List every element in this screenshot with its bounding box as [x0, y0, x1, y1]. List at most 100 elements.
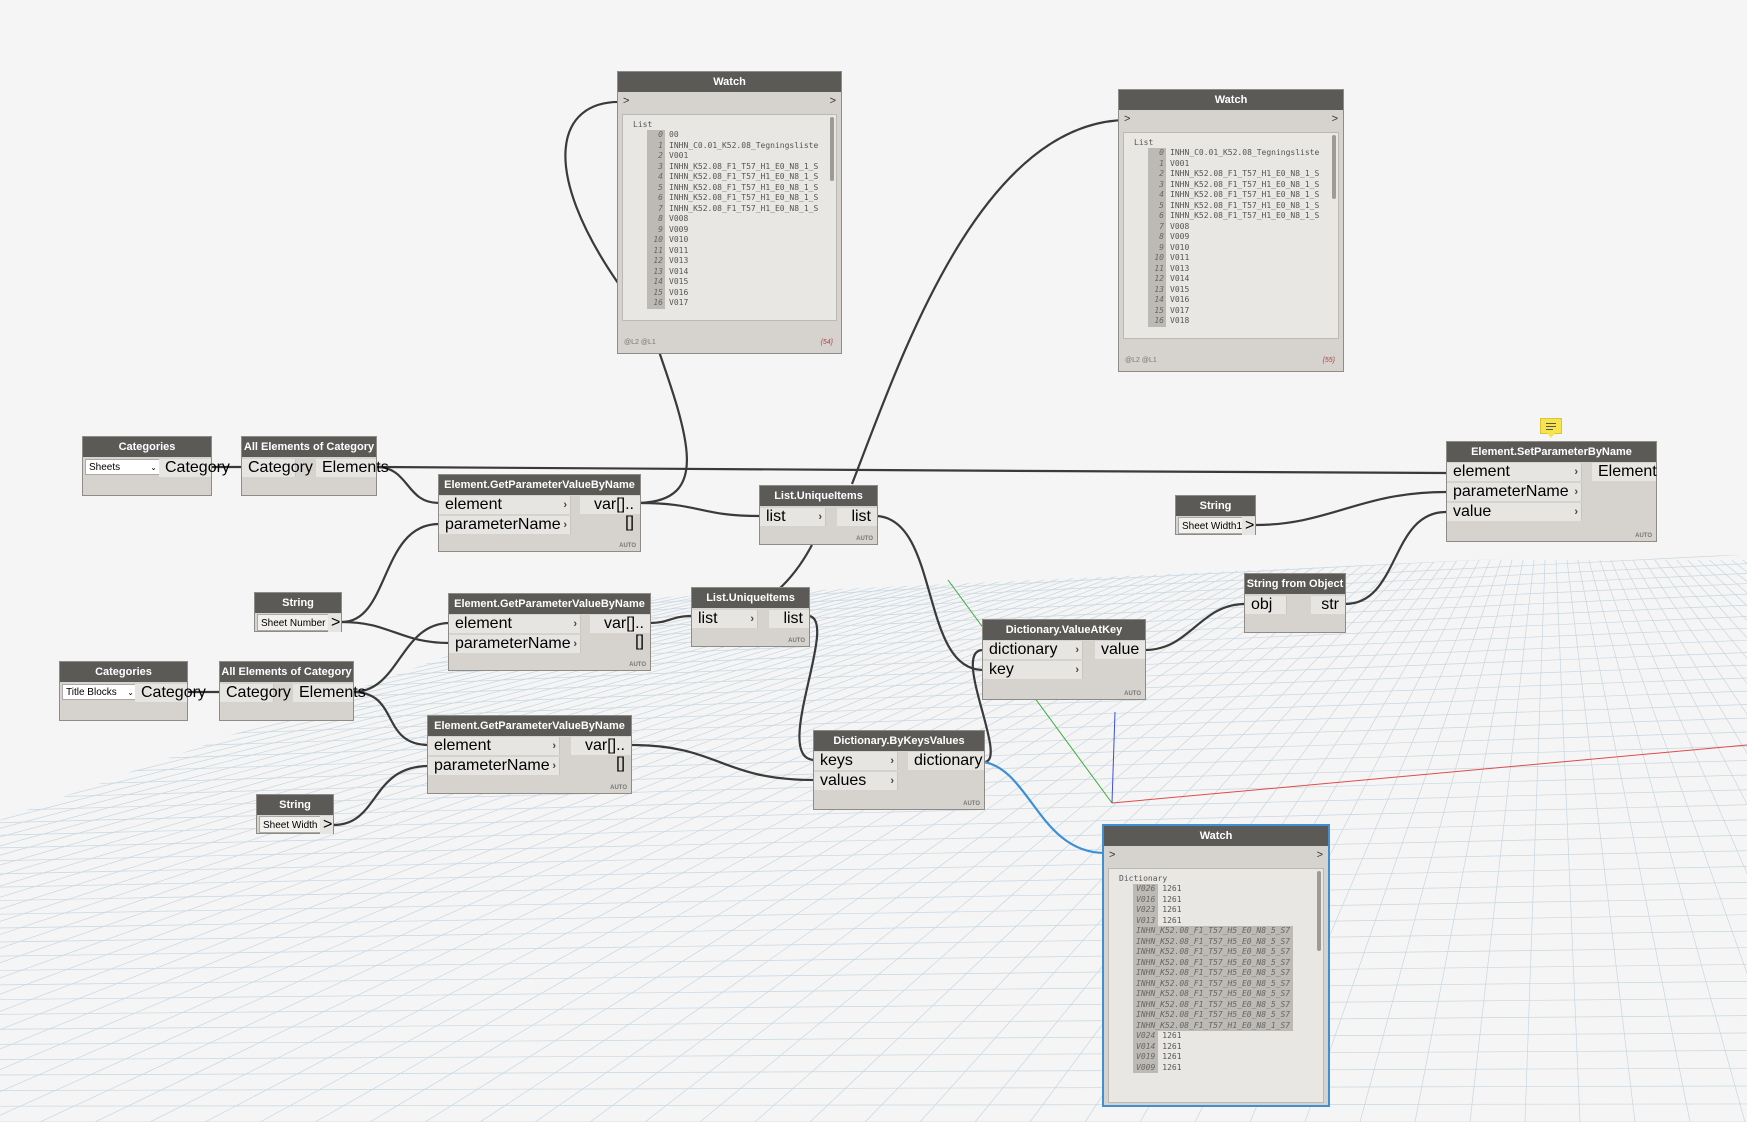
input-port-category[interactable]: Category: [242, 459, 313, 477]
input-port-value[interactable]: value ›: [1447, 503, 1582, 521]
get-parameter-node-1[interactable]: Element.GetParameterValueByName element ›…: [438, 474, 641, 552]
output-port-elements[interactable]: Elements: [316, 459, 389, 477]
watch-scrollbar[interactable]: [1317, 871, 1321, 951]
output-port[interactable]: Category: [159, 459, 230, 477]
input-port-element[interactable]: element ›: [428, 737, 560, 755]
input-port-parametername[interactable]: parameterName ›: [1447, 483, 1582, 501]
watch-list-view[interactable]: List 0 INHN_C0.01_K52.08_Tegningsliste 1 V0…: [1123, 132, 1339, 339]
list-item: 11 V011: [623, 245, 836, 256]
watch-list-view[interactable]: List 0 00 1 INHN_C0.01_K52.08_Tegningsliste…: [622, 114, 837, 321]
input-port[interactable]: >: [1124, 113, 1130, 125]
set-parameter-node[interactable]: Element.SetParameterByName element › para…: [1446, 441, 1657, 542]
output-port[interactable]: >: [1332, 113, 1338, 125]
watch-node-3[interactable]: Watch > > Dictionary V026 1261 V016 1261 V02…: [1102, 824, 1330, 1107]
output-port[interactable]: Element: [1592, 463, 1657, 481]
input-port-keys[interactable]: keys ›: [814, 752, 898, 770]
string-value-input[interactable]: Sheet Number: [257, 614, 329, 631]
item-index: 6: [1148, 211, 1166, 222]
categories-node-titleblocks[interactable]: Categories Title Blocks ⌄ Category: [59, 661, 206, 721]
item-value: INHN_K52.08_F1_T57_H1_E0_N8_1_S: [1170, 211, 1320, 220]
input-port[interactable]: >: [623, 95, 629, 107]
item-value: V015: [669, 277, 689, 286]
all-elements-node-2[interactable]: All Elements of Category Category Elemen…: [219, 661, 366, 721]
get-parameter-node-3[interactable]: Element.GetParameterValueByName element ›…: [427, 715, 632, 794]
input-port-dictionary[interactable]: dictionary ›: [983, 641, 1083, 659]
string-node-sheet-width[interactable]: String Sheet Width >: [256, 794, 334, 834]
chevron-right-icon: ›: [1075, 644, 1079, 656]
unique-items-node-1[interactable]: List.UniqueItems list › list AUTO: [759, 485, 878, 545]
output-port-str[interactable]: str: [1311, 596, 1345, 614]
string-value-input[interactable]: Sheet Width: [259, 816, 321, 833]
input-port-element[interactable]: element ›: [439, 496, 571, 514]
item-index: 13: [1148, 284, 1166, 295]
list-item: 12 V013: [623, 256, 836, 267]
output-port-value[interactable]: value: [1095, 641, 1145, 659]
output-port[interactable]: var[]..[]: [580, 496, 640, 531]
watch-scrollbar[interactable]: [1332, 135, 1336, 199]
string-node-sheet-number[interactable]: String Sheet Number >: [254, 592, 342, 632]
output-port[interactable]: var[]..[]: [590, 615, 650, 650]
category-dropdown[interactable]: Title Blocks ⌄: [62, 684, 138, 700]
output-port-dictionary[interactable]: dictionary: [908, 752, 984, 770]
input-port-element[interactable]: element ›: [449, 615, 581, 633]
list-item: 3 INHN_K52.08_F1_T57_H1_E0_N8_1_S: [1124, 179, 1338, 190]
item-key: INHN_K52.08_F1_T57_H5_E0_N8_5_S7: [1133, 936, 1294, 947]
output-port[interactable]: >: [1317, 849, 1323, 861]
string-node-sheet-width1[interactable]: String Sheet Width1 >: [1175, 495, 1256, 535]
list-item: 8 V009: [1124, 232, 1338, 243]
input-port-list[interactable]: list ›: [692, 610, 758, 628]
list-type-label: List: [1134, 138, 1154, 147]
get-parameter-node-2[interactable]: Element.GetParameterValueByName element ›…: [448, 593, 651, 671]
output-port[interactable]: Category: [135, 684, 206, 702]
item-key: INHN_K52.08_F1_T57_H5_E0_N8_5_S7: [1133, 957, 1294, 968]
output-port[interactable]: >: [328, 614, 341, 632]
list-item: 1 INHN_C0.01_K52.08_Tegningsliste: [623, 140, 836, 151]
string-value-input[interactable]: Sheet Width1: [1178, 517, 1244, 534]
item-key: INHN_K52.08_F1_T57_H5_E0_N8_5_S7: [1133, 947, 1294, 958]
input-port-values[interactable]: values ›: [814, 772, 898, 790]
watch-node-2[interactable]: Watch > > List 0 INHN_C0.01_K52.08_Tegnin…: [1118, 89, 1344, 372]
output-port[interactable]: list: [837, 508, 877, 526]
list-item: INHN_K52.08_F1_T57_H5_E0_N8_5_S7: [1109, 926, 1323, 937]
input-port[interactable]: >: [1109, 849, 1115, 861]
list-item: 6 INHN_K52.08_F1_T57_H1_E0_N8_1_S: [1124, 211, 1338, 222]
item-key: V014: [1133, 1041, 1159, 1052]
string-from-object-node[interactable]: String from Object obj str: [1244, 573, 1346, 633]
watch-node-1[interactable]: Watch > > List 0 00 1 INHN_C0.01_K52.08_Teg…: [617, 71, 842, 354]
input-port-parametername[interactable]: parameterName ›: [439, 516, 571, 534]
dictionary-value-at-key-node[interactable]: Dictionary.ValueAtKey dictionary › key › v…: [982, 619, 1146, 700]
output-port[interactable]: >: [1242, 517, 1255, 535]
categories-node-sheets[interactable]: Categories Sheets ⌄ Category: [82, 436, 230, 496]
output-port[interactable]: var[]..[]: [571, 737, 631, 772]
unique-items-node-2[interactable]: List.UniqueItems list › list AUTO: [691, 587, 810, 647]
input-port-key[interactable]: key ›: [983, 661, 1083, 679]
category-dropdown[interactable]: Sheets ⌄: [85, 459, 161, 475]
input-port-obj[interactable]: obj: [1245, 596, 1287, 614]
item-key: INHN_K52.08_F1_T57_H1_E0_N8_1_S7: [1133, 1020, 1294, 1031]
lacing-label: AUTO: [619, 543, 636, 549]
output-port[interactable]: list: [769, 610, 809, 628]
input-port-category[interactable]: Category: [220, 684, 291, 702]
list-item: INHN_K52.08_F1_T57_H5_E0_N8_5_S7: [1109, 989, 1323, 1000]
input-port-element[interactable]: element ›: [1447, 463, 1582, 481]
input-port-parametername[interactable]: parameterName ›: [449, 635, 581, 653]
output-port[interactable]: >: [830, 95, 836, 107]
output-port[interactable]: >: [320, 816, 333, 834]
input-port-parametername[interactable]: parameterName ›: [428, 757, 560, 775]
item-value: INHN_C0.01_K52.08_Tegningsliste: [1170, 148, 1320, 157]
graph-canvas[interactable]: [0, 0, 1747, 1122]
note-icon[interactable]: [1540, 418, 1562, 438]
item-index: 8: [1148, 232, 1166, 243]
watch-dictionary-view[interactable]: Dictionary V026 1261 V016 1261 V023 1261 V013 1…: [1108, 868, 1324, 1103]
watch-scrollbar[interactable]: [830, 117, 834, 181]
all-elements-node-1[interactable]: All Elements of Category Category Elemen…: [241, 436, 389, 496]
chevron-right-icon: ›: [573, 638, 577, 650]
item-key: INHN_K52.08_F1_T57_H5_E0_N8_5_S7: [1133, 926, 1294, 937]
item-index: 1: [647, 140, 665, 151]
output-port-elements[interactable]: Elements: [293, 684, 366, 702]
item-value: INHN_K52.08_F1_T57_H1_E0_N8_1_S: [669, 161, 819, 171]
item-value: INHN_K52.08_F1_T57_H1_E0_N8_1_S: [669, 203, 819, 213]
wire-getparam1-to-unique1: [639, 501, 760, 518]
dictionary-by-keys-values-node[interactable]: Dictionary.ByKeysValues keys › values › di…: [813, 730, 985, 810]
input-port-list[interactable]: list ›: [760, 508, 826, 526]
